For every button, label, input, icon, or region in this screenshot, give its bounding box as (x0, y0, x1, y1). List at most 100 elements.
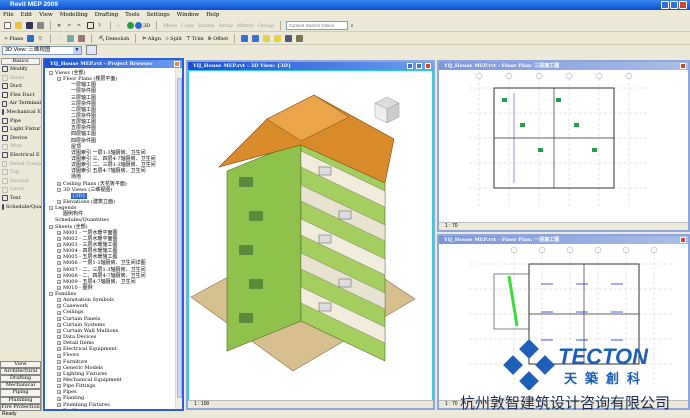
design-bar-tab[interactable]: Plumbing (0, 396, 41, 404)
design-bar-item[interactable]: Modify (0, 65, 41, 74)
design-bar-item[interactable]: Tag (0, 168, 41, 177)
design-bar-item[interactable]: Hosts (0, 74, 41, 83)
design-bar-tab[interactable]: Piping (0, 389, 41, 397)
collapse-icon[interactable]: − (49, 206, 53, 211)
expand-icon[interactable]: + (57, 378, 61, 383)
menu-window[interactable]: Window (177, 12, 199, 18)
close-view-button[interactable] (680, 63, 686, 69)
expand-icon[interactable]: + (57, 359, 61, 364)
expand-icon[interactable]: + (57, 255, 61, 260)
zoom-icon[interactable]: ⌕ (116, 21, 124, 30)
help-icon[interactable]: ? (97, 21, 105, 30)
mirror-button[interactable]: Mirror (236, 21, 255, 30)
expand-icon[interactable]: + (57, 396, 61, 401)
folder2-icon[interactable] (273, 34, 282, 43)
collapse-icon[interactable]: − (49, 292, 53, 297)
expand-icon[interactable]: + (57, 261, 61, 266)
content-search-input[interactable] (285, 21, 348, 30)
settings-icon[interactable] (284, 34, 293, 43)
search-icon[interactable]: ⌕ (350, 21, 358, 30)
demolish-button[interactable]: ⛏ Demolish (97, 34, 130, 43)
print-icon[interactable] (36, 21, 45, 30)
copy-button[interactable]: Copy (180, 21, 195, 30)
3d-view-icon[interactable]: 3D (126, 21, 151, 30)
expand-icon[interactable]: + (57, 328, 61, 333)
plan-top-scale[interactable]: 1 : 70 (445, 223, 458, 229)
split-button[interactable]: ⊹ Split (164, 34, 183, 43)
expand-icon[interactable]: + (57, 279, 61, 284)
close-browser-button[interactable] (174, 61, 180, 67)
design-bar-tab[interactable]: Fire Protection (0, 403, 41, 411)
expand-icon[interactable]: + (57, 310, 61, 315)
expand-icon[interactable]: + (57, 371, 61, 376)
view-3d-scale[interactable]: 1 : 100 (194, 401, 209, 407)
plane-button[interactable]: ✧ Plane (3, 34, 24, 43)
collapse-icon[interactable]: − (49, 71, 53, 76)
design-bar-tab[interactable]: Drafting (0, 375, 41, 383)
design-bar-tab[interactable]: Mechanical (0, 382, 41, 390)
menu-help[interactable]: Help (206, 12, 219, 18)
expand-icon[interactable]: + (57, 365, 61, 370)
floor-plan-canvas[interactable] (439, 70, 688, 224)
expand-icon[interactable]: + (57, 200, 61, 205)
3d-model-canvas[interactable] (188, 70, 433, 402)
view-cube-icon[interactable] (374, 96, 400, 124)
save-icon[interactable] (25, 21, 34, 30)
close-view-button[interactable] (680, 237, 686, 243)
tree-node[interactable]: +Profiles (49, 408, 175, 409)
offset-button[interactable]: ⊪ Offset (207, 34, 230, 43)
design-bar-item[interactable]: Schedule/Qua (0, 203, 41, 212)
trim-button[interactable]: ⊤ Trim (185, 34, 205, 43)
expand-icon[interactable]: + (57, 181, 61, 186)
thin-lines-icon[interactable] (86, 21, 95, 30)
close-view-button[interactable] (425, 63, 431, 69)
minimize-view-button[interactable] (407, 63, 413, 69)
minimize-button[interactable] (661, 1, 669, 9)
expand-icon[interactable]: + (57, 384, 61, 389)
close-button[interactable] (679, 1, 687, 9)
group-button[interactable]: Group (257, 21, 275, 30)
menu-tools[interactable]: Tools (125, 12, 139, 18)
design-bar-item[interactable]: Wire (0, 142, 41, 151)
undo-icon[interactable]: ↶ (66, 21, 74, 30)
menu-edit[interactable]: Edit (21, 12, 33, 18)
design-bar-item[interactable]: Mechanical E (0, 108, 41, 117)
design-bar-item[interactable]: Section (0, 177, 41, 186)
menu-settings[interactable]: Settings (147, 12, 170, 18)
design-bar-tab[interactable]: Architectural (0, 367, 41, 376)
expand-icon[interactable]: + (57, 316, 61, 321)
view-window-3d[interactable]: YIJ_House MEP.rvt - 3D View: {3D} 1 : 10… (186, 60, 435, 410)
chevron-down-icon[interactable]: ▾ (73, 47, 81, 54)
design-bar-item[interactable]: Level (0, 185, 41, 194)
design-bar-item[interactable]: Device (0, 134, 41, 143)
design-bar-item[interactable]: Text (0, 194, 41, 203)
view-window-plan-top[interactable]: YIJ_House MEP.rvt - Floor Plan: 三层施工图 1 … (437, 60, 690, 232)
expand-icon[interactable]: + (57, 402, 61, 407)
expand-icon[interactable]: + (57, 285, 61, 290)
fill-icon[interactable] (26, 34, 35, 43)
expand-icon[interactable]: + (57, 230, 61, 235)
expand-icon[interactable]: + (57, 243, 61, 247)
expand-icon[interactable]: + (57, 298, 61, 303)
folder-icon[interactable] (262, 34, 271, 43)
rotate-button[interactable]: Rotate (197, 21, 216, 30)
expand-icon[interactable]: + (57, 267, 61, 272)
browser-scrollbar[interactable] (175, 68, 182, 409)
delete-icon[interactable]: ✕ (56, 21, 64, 30)
copy-monitor-icon[interactable] (240, 34, 249, 43)
redo-icon[interactable]: ↷ (76, 21, 84, 30)
expand-icon[interactable]: + (57, 347, 61, 352)
design-bar-item[interactable]: Pipe (0, 117, 41, 126)
design-bar-tab[interactable]: View (0, 360, 41, 368)
menu-drafting[interactable]: Drafting (95, 12, 118, 18)
expand-icon[interactable]: + (57, 304, 61, 309)
expand-icon[interactable]: + (57, 249, 61, 254)
expand-icon[interactable]: + (57, 322, 61, 327)
expand-icon[interactable]: + (57, 273, 61, 278)
expand-icon[interactable]: + (57, 353, 61, 358)
paint-icon[interactable] (66, 34, 75, 43)
design-bar-item[interactable]: Light Fixtur (0, 125, 41, 134)
expand-icon[interactable]: + (57, 390, 61, 395)
collapse-icon[interactable]: − (57, 187, 61, 192)
plan-bottom-scale[interactable]: 1 : 70 (445, 401, 458, 407)
